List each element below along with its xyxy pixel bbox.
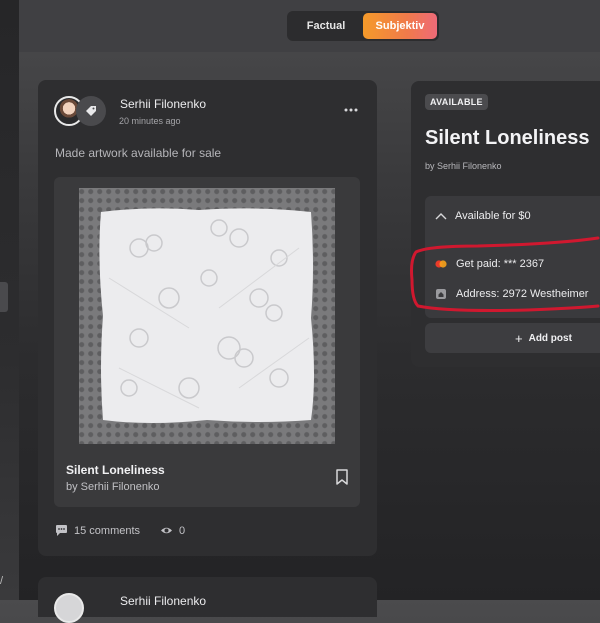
- left-rail: /: [0, 0, 19, 600]
- sale-toggle[interactable]: Available for $0: [435, 210, 531, 222]
- address-row[interactable]: Address: 2972 Westheimer: [435, 288, 588, 300]
- artwork-title[interactable]: Silent Loneliness: [66, 463, 165, 477]
- plus-icon: +: [515, 330, 523, 346]
- mastercard-icon: [435, 260, 447, 268]
- home-icon: [436, 289, 446, 299]
- comment-count[interactable]: 15 comments: [74, 525, 140, 537]
- post-card: Serhii Filonenko 20 minutes ago Made art…: [38, 80, 377, 556]
- add-post-label: Add post: [528, 332, 572, 344]
- add-post-button[interactable]: + Add post: [425, 323, 600, 353]
- status-badge: AVAILABLE: [425, 94, 488, 110]
- post-stats: 15 comments 0: [55, 524, 185, 537]
- sale-label: Available for $0: [455, 210, 531, 222]
- more-icon[interactable]: [343, 102, 359, 118]
- post-text: Made artwork available for sale: [55, 146, 222, 160]
- comment-icon[interactable]: [55, 524, 68, 537]
- view-count: 0: [179, 524, 186, 537]
- tag-badge-icon: [76, 96, 106, 126]
- get-paid-text: Get paid: *** 2367: [456, 258, 545, 270]
- next-avatar[interactable]: [54, 593, 84, 623]
- panel-title: Silent Loneliness: [425, 127, 590, 149]
- address-text: Address: 2972 Westheimer: [456, 288, 589, 300]
- artwork-card[interactable]: Silent Loneliness by Serhii Filonenko: [54, 177, 360, 507]
- eye-icon: [161, 527, 173, 534]
- panel-author: by Serhii Filonenko: [425, 161, 502, 171]
- get-paid-row[interactable]: Get paid: *** 2367: [435, 258, 544, 270]
- post-author[interactable]: Serhii Filonenko: [120, 97, 206, 111]
- post-time: 20 minutes ago: [119, 116, 181, 126]
- toggle-factual[interactable]: Factual: [289, 13, 363, 39]
- toggle-subjektiv[interactable]: Subjektiv: [363, 13, 437, 39]
- next-post-author[interactable]: Serhii Filonenko: [120, 594, 206, 608]
- next-post-card: Serhii Filonenko: [38, 577, 377, 623]
- rail-mark: /: [0, 575, 4, 587]
- sale-panel: AVAILABLE Silent Loneliness by Serhii Fi…: [411, 81, 600, 367]
- view-toggle[interactable]: Factual Subjektiv: [287, 11, 439, 41]
- artwork-image[interactable]: [79, 188, 335, 444]
- bookmark-icon[interactable]: [335, 469, 349, 485]
- sale-details: Available for $0 Get paid: *** 2367 Addr…: [425, 196, 600, 318]
- artwork-author: by Serhii Filonenko: [66, 481, 160, 493]
- chevron-up-icon: [435, 213, 447, 220]
- rail-scroll-handle[interactable]: [0, 282, 8, 312]
